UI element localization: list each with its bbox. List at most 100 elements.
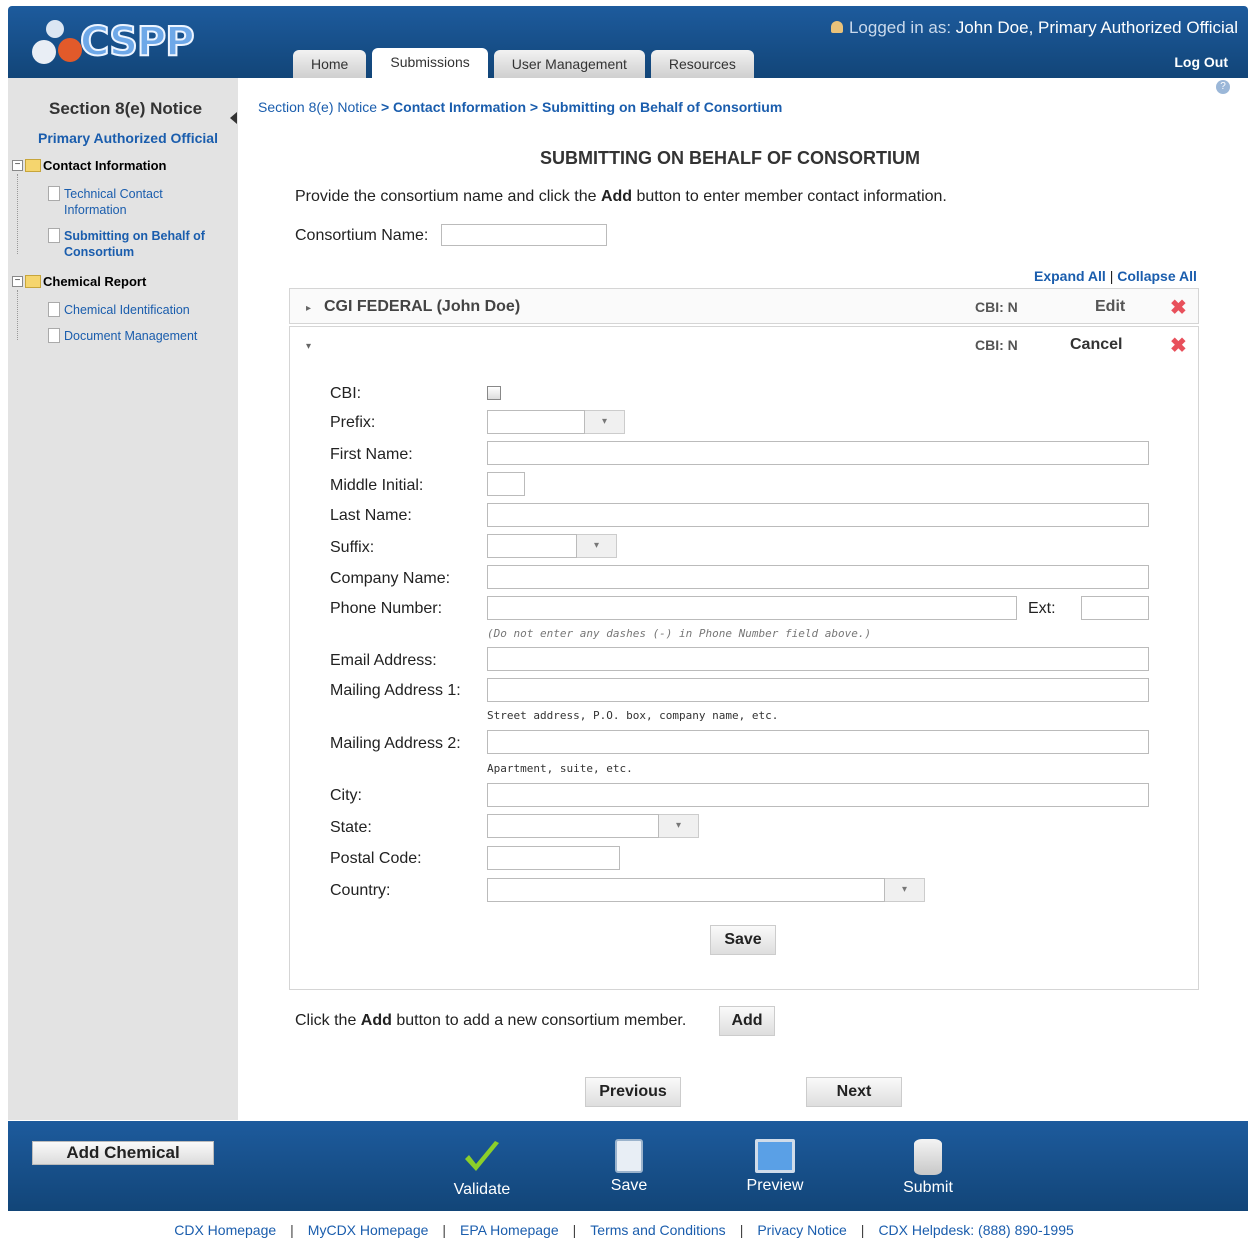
breadcrumb-contact[interactable]: Contact Information [393, 99, 526, 115]
floppy-disk-icon [615, 1139, 643, 1173]
app-header: CSPP Logged in as: John Doe, Primary Aut… [8, 6, 1248, 82]
consortium-name-input[interactable] [441, 224, 607, 246]
ext-field[interactable] [1081, 596, 1149, 620]
phone-number-label: Phone Number: [330, 600, 443, 617]
tab-submissions[interactable]: Submissions [372, 48, 488, 82]
mailing-address-2-hint: Apartment, suite, etc. [487, 762, 633, 775]
link-sep: | [442, 1222, 447, 1238]
breadcrumb-current: Submitting on Behalf of Consortium [542, 99, 783, 115]
footer-links: CDX Homepage | MyCDX Homepage | EPA Homepage… [0, 1222, 1248, 1238]
save-member-button[interactable]: Save [710, 925, 776, 955]
cancel-button[interactable]: Cancel [1070, 336, 1122, 354]
member-cbi: CBI: N [975, 337, 1018, 353]
middle-initial-label: Middle Initial: [330, 477, 424, 494]
chevron-down-icon[interactable]: ▾ [585, 410, 625, 434]
delete-icon[interactable]: ✖ [1170, 333, 1187, 358]
last-name-label: Last Name: [330, 507, 412, 524]
sidebar-item-label: Submitting on Behalf of Consortium [64, 229, 205, 259]
add-member-button[interactable]: Add [719, 1006, 775, 1036]
mailing-address-1-label: Mailing Address 1: [330, 682, 461, 699]
member-cbi: CBI: N [975, 299, 1018, 315]
state-select[interactable]: ▾ [487, 814, 699, 838]
country-select[interactable]: ▾ [487, 878, 925, 902]
submit-button[interactable]: Submit [896, 1139, 960, 1197]
logout-link[interactable]: Log Out [1174, 54, 1228, 70]
first-name-field[interactable] [487, 441, 1149, 465]
expand-collapse-links: Expand All | Collapse All [1034, 268, 1197, 284]
intro-post: button to enter member contact informati… [632, 188, 947, 205]
state-label: State: [330, 819, 372, 836]
link-sep: | [860, 1222, 865, 1238]
help-icon[interactable]: ? [1216, 80, 1230, 94]
privacy-link[interactable]: Privacy Notice [757, 1222, 846, 1238]
collapse-arrow-icon[interactable]: ▾ [306, 341, 311, 352]
first-name-label: First Name: [330, 446, 413, 463]
preview-button[interactable]: Preview [738, 1139, 812, 1195]
tab-home[interactable]: Home [293, 50, 367, 78]
document-icon [48, 228, 60, 243]
sidebar-item-label: Chemical Identification [64, 303, 190, 317]
mycdx-homepage-link[interactable]: MyCDX Homepage [308, 1222, 429, 1238]
intro-bold: Add [600, 188, 633, 205]
mailing-address-2-field[interactable] [487, 730, 1149, 754]
email-field[interactable] [487, 647, 1149, 671]
collapse-all-link[interactable]: Collapse All [1117, 268, 1197, 284]
cdx-homepage-link[interactable]: CDX Homepage [174, 1222, 276, 1238]
add-chemical-button[interactable]: Add Chemical [32, 1141, 214, 1165]
mailing-address-1-field[interactable] [487, 678, 1149, 702]
company-name-field[interactable] [487, 565, 1149, 589]
tab-user-management[interactable]: User Management [493, 50, 645, 78]
collapse-sidebar-icon[interactable] [230, 112, 237, 124]
suffix-select[interactable]: ▾ [487, 534, 617, 558]
expand-all-link[interactable]: Expand All [1034, 268, 1106, 284]
add-member-text: Click the Add button to add a new consor… [295, 1012, 686, 1030]
chevron-down-icon[interactable]: ▾ [885, 878, 925, 902]
breadcrumb-section[interactable]: Section 8(e) Notice [258, 99, 377, 115]
delete-icon[interactable]: ✖ [1170, 295, 1187, 320]
city-field[interactable] [487, 783, 1149, 807]
phone-hint: (Do not enter any dashes (-) in Phone Nu… [487, 627, 872, 640]
tab-resources[interactable]: Resources [650, 50, 754, 78]
sidebar-item-document-management[interactable]: Document Management [48, 328, 228, 344]
save-button[interactable]: Save [598, 1139, 660, 1195]
cbi-checkbox[interactable] [487, 386, 501, 400]
link-sep: | [572, 1222, 577, 1238]
phone-number-field[interactable] [487, 596, 1017, 620]
cspp-logo[interactable]: CSPP [28, 18, 196, 66]
tree-group-label: Contact Information [43, 158, 167, 173]
sidebar-item-chemical-identification[interactable]: Chemical Identification [48, 302, 228, 318]
expand-arrow-icon[interactable]: ▸ [306, 303, 311, 314]
edit-button[interactable]: Edit [1095, 298, 1125, 316]
prefix-select[interactable]: ▾ [487, 410, 625, 434]
email-label: Email Address: [330, 652, 437, 669]
logo-text: CSPP [79, 18, 196, 66]
sidebar-role: Primary Authorized Official [38, 130, 218, 146]
add-bold: Add [360, 1012, 392, 1029]
helpdesk-link[interactable]: CDX Helpdesk: (888) 890-1995 [878, 1222, 1073, 1238]
member-name: CGI FEDERAL (John Doe) [324, 298, 521, 315]
epa-homepage-link[interactable]: EPA Homepage [460, 1222, 559, 1238]
tree-group-chemical[interactable]: − Chemical Report [12, 274, 146, 289]
chevron-down-icon[interactable]: ▾ [659, 814, 699, 838]
tree-group-contact[interactable]: − Contact Information [12, 158, 167, 173]
postal-code-field[interactable] [487, 846, 620, 870]
last-name-field[interactable] [487, 503, 1149, 527]
sidebar: Section 8(e) Notice Primary Authorized O… [8, 78, 238, 1120]
middle-initial-field[interactable] [487, 472, 525, 496]
collapse-icon[interactable]: − [12, 160, 23, 171]
collapse-icon[interactable]: − [12, 276, 23, 287]
sidebar-item-label: Technical Contact Information [64, 187, 163, 217]
molecule-logo-icon [28, 18, 84, 66]
submit-label: Submit [903, 1179, 953, 1196]
previous-button[interactable]: Previous [585, 1077, 681, 1107]
terms-link[interactable]: Terms and Conditions [590, 1222, 725, 1238]
suffix-label: Suffix: [330, 539, 375, 556]
validate-label: Validate [453, 1181, 511, 1198]
next-button[interactable]: Next [806, 1077, 902, 1107]
chevron-down-icon[interactable]: ▾ [577, 534, 617, 558]
intro-text: Provide the consortium name and click th… [295, 188, 947, 206]
sidebar-item-technical-contact[interactable]: Technical Contact Information [48, 186, 228, 218]
sidebar-item-consortium[interactable]: Submitting on Behalf of Consortium [48, 228, 228, 260]
member-row[interactable]: ▸ CGI FEDERAL (John Doe) CBI: N Edit ✖ [289, 288, 1199, 324]
validate-button[interactable]: Validate [448, 1139, 516, 1199]
